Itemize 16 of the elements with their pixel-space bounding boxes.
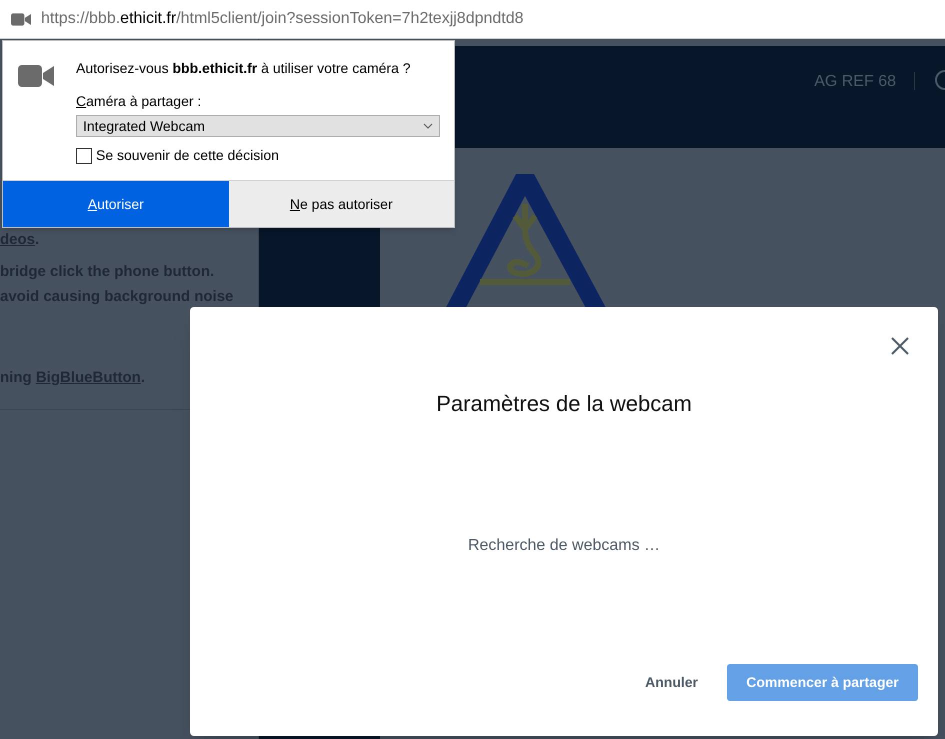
status-text: Recherche de webcams … [468,536,660,556]
camera-label: Caméra à partager : [76,92,202,110]
allow-button[interactable]: Autoriser [3,181,228,227]
camera-icon [11,12,31,26]
cancel-button[interactable]: Annuler [643,664,700,701]
remember-checkbox[interactable] [76,148,92,164]
permission-question: Autorisez-vous bbb.ethicit.fr à utiliser votre caméra ? [76,59,412,78]
close-icon [890,336,910,356]
deny-button[interactable]: Ne pas autoriser [228,181,454,227]
url-text[interactable]: https://bbb.ethicit.fr/html5client/join?sessionToken=7h2texjj8dpndtd8 [41,7,524,31]
chevron-down-icon [423,123,433,129]
meeting-name: AG REF 68 [814,72,896,92]
dialog-title: Paramètres de la webcam [436,390,692,418]
camera-select[interactable]: Integrated Webcam [76,115,440,137]
camera-icon [18,63,54,89]
remember-label: Se souvenir de cette décision [96,146,279,165]
